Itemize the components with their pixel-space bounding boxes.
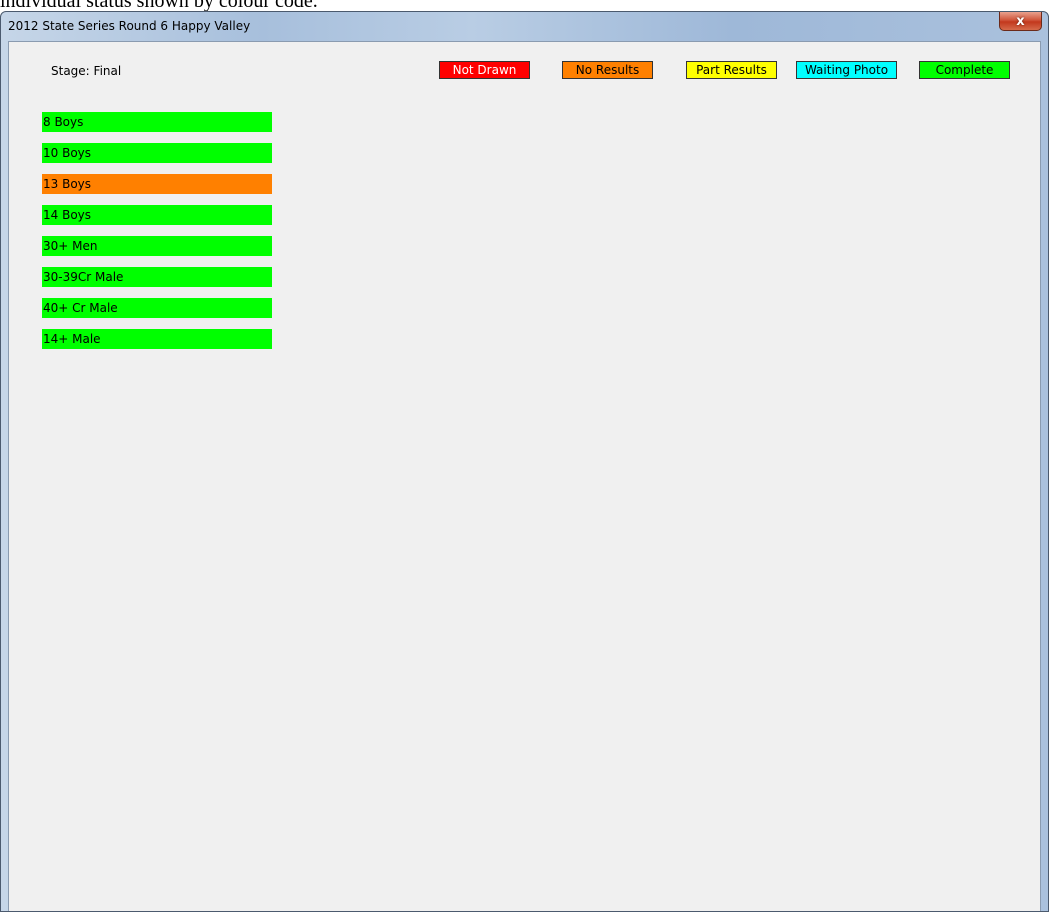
client-area: Stage: Final Not Drawn No Results Part R…: [8, 41, 1041, 911]
event-list: 8 Boys 10 Boys 13 Boys 14 Boys 30+ Men 3…: [42, 112, 272, 360]
legend-waiting-photo: Waiting Photo: [796, 61, 897, 79]
close-icon: x: [1016, 13, 1025, 29]
event-30-plus-men[interactable]: 30+ Men: [42, 236, 272, 256]
legend-not-drawn: Not Drawn: [439, 61, 530, 79]
event-40-plus-cr-male[interactable]: 40+ Cr Male: [42, 298, 272, 318]
legend-complete: Complete: [919, 61, 1010, 79]
event-10-boys[interactable]: 10 Boys: [42, 143, 272, 163]
event-8-boys[interactable]: 8 Boys: [42, 112, 272, 132]
status-window: 2012 State Series Round 6 Happy Valley x…: [0, 11, 1049, 912]
event-30-39cr-male[interactable]: 30-39Cr Male: [42, 267, 272, 287]
legend-no-results: No Results: [562, 61, 653, 79]
event-13-boys[interactable]: 13 Boys: [42, 174, 272, 194]
title-bar[interactable]: 2012 State Series Round 6 Happy Valley x: [1, 12, 1048, 40]
legend-part-results: Part Results: [686, 61, 777, 79]
stage-label: Stage: Final: [51, 64, 122, 78]
event-14-boys[interactable]: 14 Boys: [42, 205, 272, 225]
close-button[interactable]: x: [999, 12, 1042, 31]
window-title: 2012 State Series Round 6 Happy Valley: [8, 19, 251, 33]
event-14-plus-male[interactable]: 14+ Male: [42, 329, 272, 349]
